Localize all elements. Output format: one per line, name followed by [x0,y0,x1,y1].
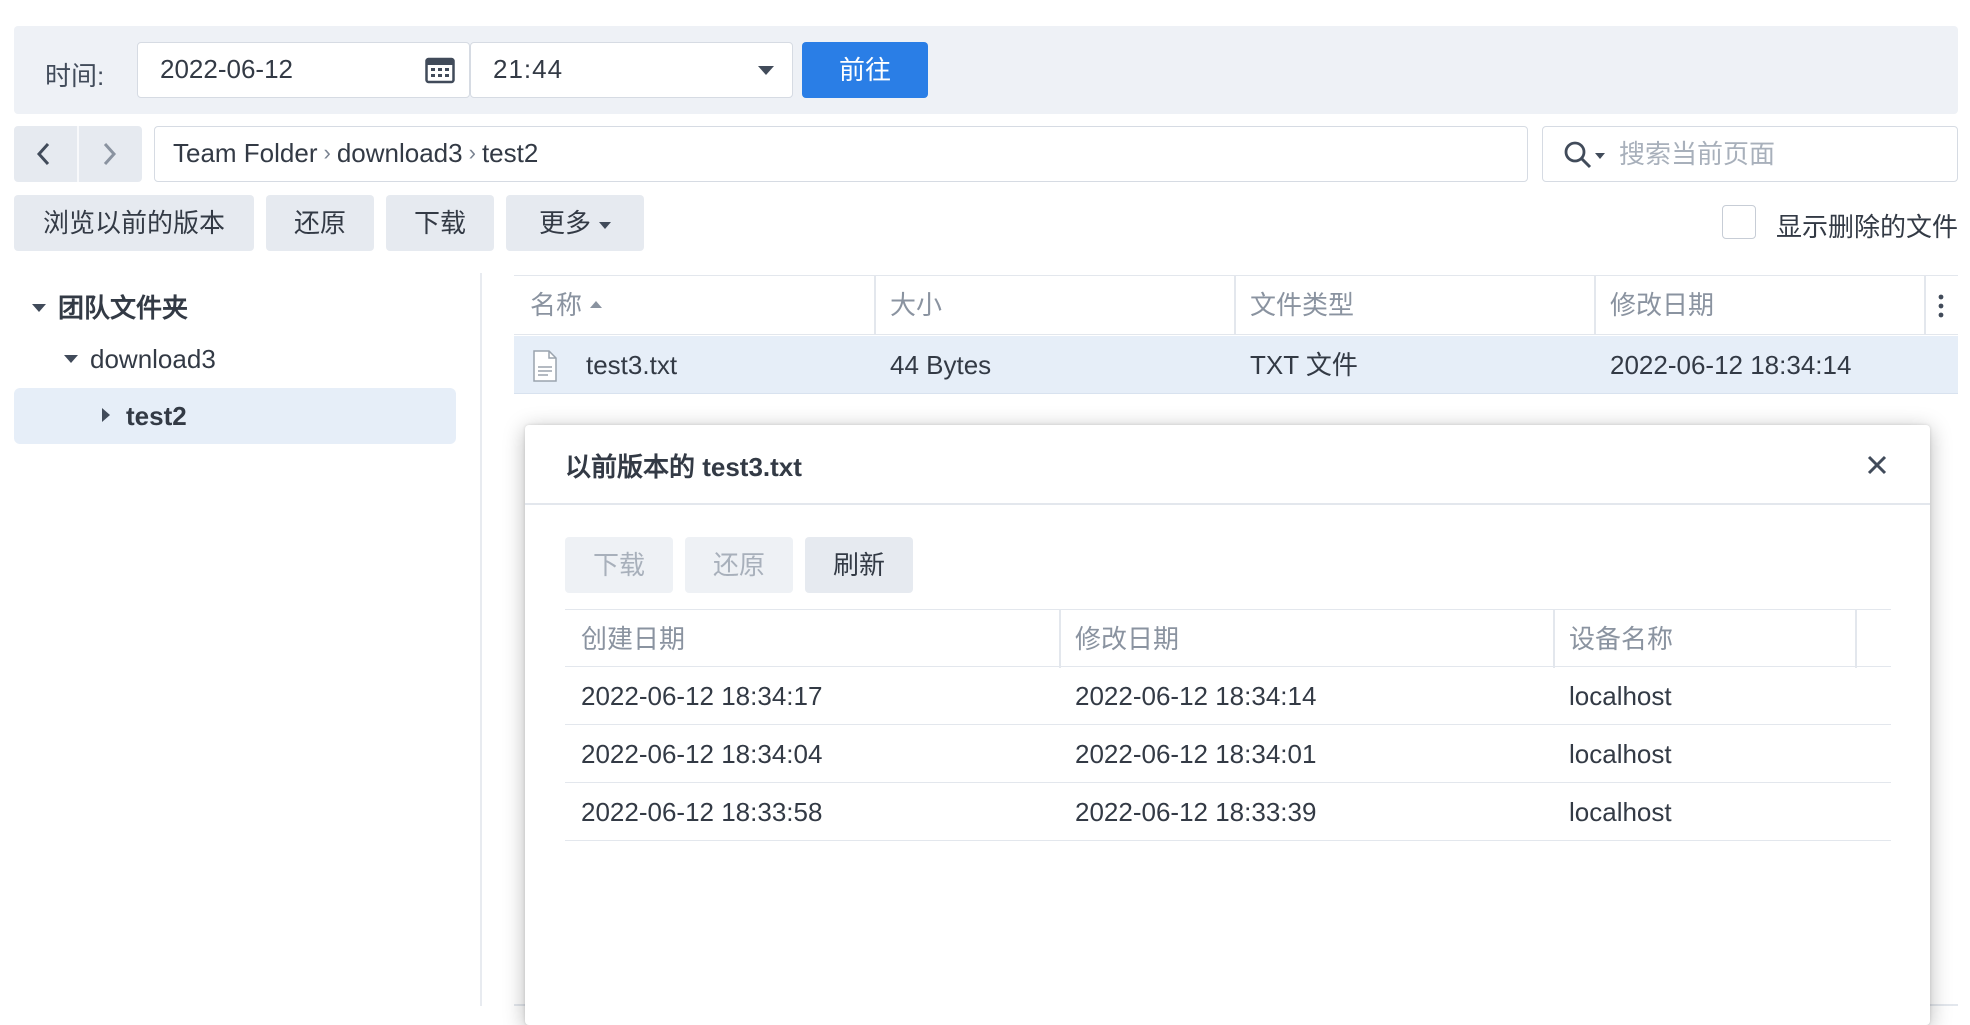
breadcrumb-test2[interactable]: test2 [482,138,538,168]
file-name: test3.txt [586,350,678,380]
dialog-download-button[interactable]: 下载 [565,537,673,593]
time-navigation-bar: 时间: 2022-06-12 21:44 前往 [14,26,1958,114]
version-created-date: 2022-06-12 18:33:58 [581,797,823,827]
tree-item-label: download3 [90,344,216,374]
time-value: 21:44 [493,54,564,84]
column-divider [1855,610,1857,668]
time-label: 时间: [45,61,105,91]
chevron-left-icon [36,142,50,166]
column-header-size[interactable]: 大小 [874,276,942,334]
tree-item-test2[interactable]: test2 [14,388,456,444]
text-file-icon [533,350,557,382]
table-row[interactable]: 2022-06-12 18:34:04 2022-06-12 18:34:01 … [565,725,1891,783]
tree-item-download3[interactable]: download3 [64,344,216,375]
column-divider [1924,276,1926,334]
version-modified-date: 2022-06-12 18:33:39 [1075,797,1317,827]
collapse-caret-icon[interactable] [102,408,110,422]
forward-button[interactable] [79,126,142,182]
breadcrumb-separator-icon: › [323,140,331,165]
download-button[interactable]: 下载 [386,195,494,251]
version-device-name: localhost [1569,681,1672,711]
column-header-created[interactable]: 创建日期 [565,610,685,668]
file-table-header: 名称 大小 文件类型 修改日期 [514,275,1958,335]
date-value: 2022-06-12 [160,54,293,84]
chevron-down-icon [758,66,774,75]
tree-item-label: test2 [126,401,187,431]
breadcrumb-download3[interactable]: download3 [337,138,463,168]
dialog-refresh-button[interactable]: 刷新 [805,537,913,593]
dialog-title: 以前版本的 test3.txt [565,452,802,482]
file-modified-date: 2022-06-12 18:34:14 [1610,350,1852,380]
breadcrumb-separator-icon: › [468,140,476,165]
time-select[interactable]: 21:44 [470,42,793,98]
search-icon[interactable] [1563,140,1593,170]
caret-down-icon [599,221,611,229]
versions-table-header: 创建日期 修改日期 设备名称 [565,609,1891,668]
calendar-icon[interactable] [425,56,455,84]
close-icon[interactable] [1859,447,1895,483]
expand-caret-icon[interactable] [64,355,78,364]
table-row[interactable]: test3.txt 44 Bytes TXT 文件 2022-06-12 18:… [514,336,1958,394]
date-picker-field[interactable]: 2022-06-12 [137,42,470,98]
file-type: TXT 文件 [1250,350,1358,380]
column-header-name[interactable]: 名称 [514,276,603,334]
version-modified-date: 2022-06-12 18:34:01 [1075,739,1317,769]
search-input[interactable] [1619,133,1939,175]
version-device-name: localhost [1569,739,1672,769]
history-nav [14,126,142,182]
dialog-restore-button[interactable]: 还原 [685,537,793,593]
version-modified-date: 2022-06-12 18:34:14 [1075,681,1317,711]
tree-item-label: 团队文件夹 [58,293,189,323]
chevron-right-icon [103,142,117,166]
search-options-caret-icon[interactable] [1595,153,1605,159]
column-header-modified[interactable]: 修改日期 [1594,276,1714,334]
more-label: 更多 [538,208,591,238]
column-header-type[interactable]: 文件类型 [1234,276,1354,334]
previous-versions-dialog: 以前版本的 test3.txt 下载 还原 刷新 创建日期 修改日期 设备名称 … [525,425,1930,1025]
version-created-date: 2022-06-12 18:34:04 [581,739,823,769]
version-device-name: localhost [1569,797,1672,827]
file-size: 44 Bytes [890,350,992,380]
table-row[interactable]: 2022-06-12 18:34:17 2022-06-12 18:34:14 … [565,667,1891,725]
browse-previous-versions-button[interactable]: 浏览以前的版本 [14,195,254,251]
more-menu-button[interactable]: 更多 [506,195,644,251]
search-box [1542,126,1958,182]
column-header-device[interactable]: 设备名称 [1553,610,1673,668]
version-created-date: 2022-06-12 18:34:17 [581,681,823,711]
sort-ascending-icon [590,300,603,308]
expand-caret-icon[interactable] [32,304,46,313]
go-button[interactable]: 前往 [802,42,928,98]
show-deleted-label: 显示删除的文件 [1776,212,1959,242]
table-row[interactable]: 2022-06-12 18:33:58 2022-06-12 18:33:39 … [565,783,1891,841]
tree-item-team-folders[interactable]: 团队文件夹 [32,288,188,325]
breadcrumb-team-folder[interactable]: Team Folder [173,138,318,168]
breadcrumb: Team Folder › download3 › test2 [154,126,1528,182]
sidebar-divider [480,273,482,1006]
vertical-dots-icon[interactable] [1938,294,1944,318]
back-button[interactable] [14,126,77,182]
dialog-header-divider [525,503,1930,505]
column-header-modified[interactable]: 修改日期 [1059,610,1179,668]
column-header-label: 名称 [530,290,583,320]
restore-button[interactable]: 还原 [266,195,374,251]
show-deleted-checkbox[interactable] [1722,205,1756,239]
